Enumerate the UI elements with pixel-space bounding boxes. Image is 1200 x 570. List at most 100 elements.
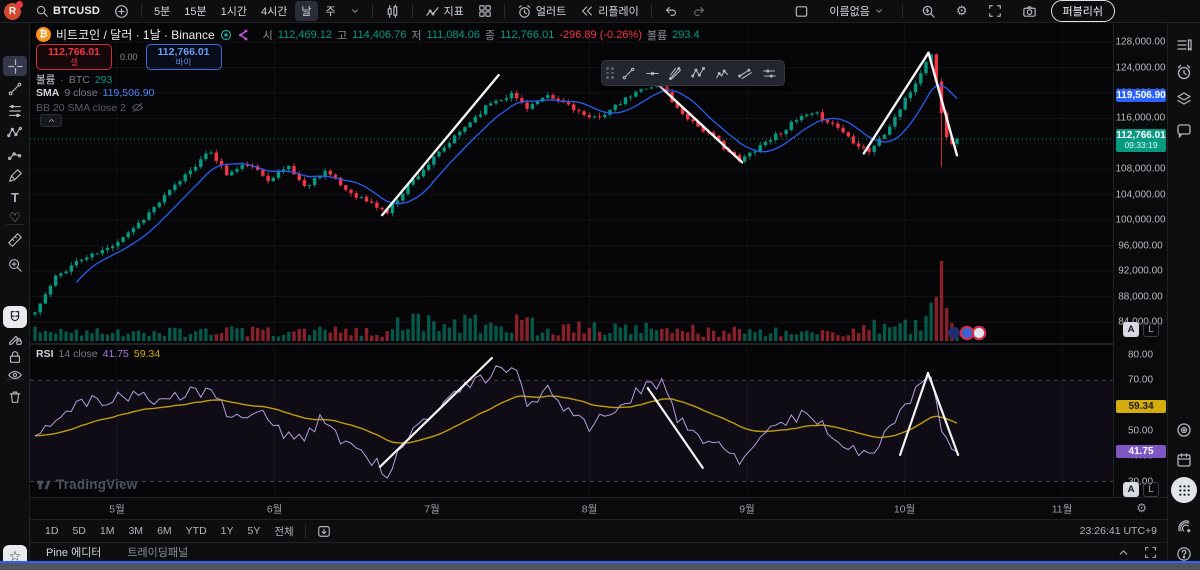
range-1m[interactable]: 1M: [93, 523, 122, 539]
lock-drawings-tool[interactable]: [3, 347, 27, 367]
tf-1h[interactable]: 1시간: [215, 1, 253, 21]
replay-button[interactable]: 리플레이: [574, 1, 644, 21]
rsi-log-scale-button[interactable]: L: [1143, 482, 1159, 497]
rsi-auto-scale-button[interactable]: A: [1123, 482, 1139, 497]
log-scale-button[interactable]: L: [1143, 322, 1159, 337]
panel-expand-icon[interactable]: [1144, 546, 1157, 559]
plus-circle-icon: [114, 4, 129, 19]
tf-15m[interactable]: 15분: [178, 1, 212, 21]
range-1d[interactable]: 1D: [38, 523, 65, 539]
alerts-panel-button[interactable]: [1175, 63, 1193, 81]
prediction-tool[interactable]: [3, 144, 27, 164]
alert-button[interactable]: 얼러트: [511, 1, 572, 21]
text-tool[interactable]: T: [3, 187, 27, 207]
axis-settings-gear-icon[interactable]: ⚙: [1136, 501, 1147, 515]
settings-button[interactable]: ⚙: [950, 1, 974, 21]
screenshot-button[interactable]: [1016, 2, 1043, 21]
session-clock[interactable]: 23:26:41 UTC+9: [1080, 525, 1157, 537]
eye-icon: [7, 367, 23, 383]
user-avatar[interactable]: R: [4, 3, 21, 20]
float-flat-channel-tool[interactable]: [759, 63, 780, 83]
panel-chevron-up-icon[interactable]: [1117, 546, 1130, 559]
fib-tool[interactable]: [3, 101, 27, 121]
range-all[interactable]: 전체: [267, 522, 300, 541]
chart-canvas[interactable]: [30, 23, 1113, 497]
tf-1w[interactable]: 주: [320, 1, 342, 21]
more-apps-button[interactable]: [1171, 477, 1197, 503]
object-tree-button[interactable]: [1175, 90, 1193, 108]
range-ytd[interactable]: YTD: [179, 523, 214, 539]
help-button[interactable]: [1176, 546, 1193, 563]
trash-icon: [7, 389, 23, 405]
rsi-legend-row[interactable]: RSI 14 close 41.75 59.34: [36, 348, 160, 360]
timeframe-dropdown[interactable]: [344, 4, 366, 18]
watchlist-button[interactable]: [1175, 36, 1193, 54]
range-3m[interactable]: 3M: [121, 523, 150, 539]
pattern-tool[interactable]: [3, 122, 27, 142]
quick-search-button[interactable]: [915, 2, 942, 21]
brush-tool[interactable]: [3, 166, 27, 186]
range-1y[interactable]: 1Y: [214, 523, 241, 539]
chevron-down-icon: [350, 6, 360, 16]
redo-button[interactable]: [686, 2, 712, 20]
time-axis[interactable]: 5월6월7월8월9월10월11월 ⚙: [30, 497, 1167, 519]
float-trend-line-tool[interactable]: [618, 63, 639, 83]
remove-drawings-tool[interactable]: [3, 387, 27, 407]
tf-4h[interactable]: 4시간: [255, 1, 293, 21]
emoji-tool[interactable]: ♡: [3, 208, 27, 228]
publish-button[interactable]: 퍼블리쉬: [1051, 0, 1115, 22]
measure-tool[interactable]: [3, 230, 27, 250]
hide-drawings-tool[interactable]: [3, 365, 27, 385]
sell-button[interactable]: 112,766.01 셀: [36, 44, 112, 70]
price-axis[interactable]: 128,000.00124,000.00120,000.00116,000.00…: [1113, 23, 1167, 497]
calendar-goto-icon: [317, 524, 331, 538]
float-elliott-tool[interactable]: [712, 63, 733, 83]
main-legend-row[interactable]: ₿ 비트코인 / 달러 · 1날 · Binance 시112,469.12 고…: [36, 26, 700, 43]
chart-plot-area[interactable]: [30, 23, 1113, 497]
chart-style-button[interactable]: [379, 2, 406, 21]
range-5y[interactable]: 5Y: [241, 523, 268, 539]
indicators-button[interactable]: 지표: [419, 1, 470, 21]
data-connection-button[interactable]: [1176, 518, 1193, 535]
sma-legend-row[interactable]: SMA 9 close 119,506.90: [36, 87, 154, 99]
volume-legend-row[interactable]: 볼륨 · BTC 293: [36, 72, 112, 87]
magnet-mode-toggle[interactable]: [3, 306, 27, 328]
layout-name-button[interactable]: 이름없음: [823, 1, 889, 21]
layout-name: 이름없음: [829, 3, 869, 19]
float-pitchfork-tool[interactable]: [665, 63, 686, 83]
bb-legend-row[interactable]: BB 20 SMA close 2: [36, 101, 144, 114]
auto-scale-button[interactable]: A: [1123, 322, 1139, 337]
tab-trading-panel[interactable]: 트레이딩패널: [127, 544, 188, 560]
trend-line-tool[interactable]: [3, 79, 27, 99]
range-6m[interactable]: 6M: [150, 523, 179, 539]
collapse-legend-button[interactable]: [40, 114, 62, 127]
symbol-search-button[interactable]: BTCUSD: [29, 2, 106, 20]
buy-button[interactable]: 112,766.01 바이: [146, 44, 222, 70]
layout-button[interactable]: [788, 2, 815, 21]
drawing-mode-tool[interactable]: [3, 329, 27, 349]
range-5d[interactable]: 5D: [65, 523, 92, 539]
floating-drawing-toolbar[interactable]: [601, 60, 785, 86]
tab-pine-editor[interactable]: Pine 에디터: [46, 544, 101, 560]
compare-add-button[interactable]: [108, 2, 135, 21]
volume-label: 볼륨: [647, 27, 667, 43]
go-to-date-button[interactable]: [310, 522, 338, 540]
hotlists-button[interactable]: [1175, 421, 1193, 439]
float-zigzag-tool[interactable]: [688, 63, 709, 83]
float-parallel-channel-tool[interactable]: [735, 63, 756, 83]
tf-1d-active[interactable]: 날: [295, 1, 317, 21]
calendar-button[interactable]: [1175, 451, 1193, 469]
zoom-in-tool[interactable]: [3, 255, 27, 275]
chat-button[interactable]: [1175, 121, 1193, 139]
fullscreen-button[interactable]: [982, 2, 1008, 20]
undo-button[interactable]: [658, 2, 684, 20]
indicator-templates-button[interactable]: [472, 2, 498, 20]
drag-handle[interactable]: [606, 67, 614, 79]
eye-off-icon[interactable]: [131, 101, 144, 114]
alarm-clock-icon: [517, 4, 532, 19]
crosshair-tool[interactable]: [3, 56, 27, 76]
brush-icon: [7, 168, 23, 184]
chart-title[interactable]: 비트코인 / 달러 · 1날 · Binance: [56, 26, 215, 43]
float-horizontal-line-tool[interactable]: [641, 63, 662, 83]
tf-5m[interactable]: 5분: [148, 1, 176, 21]
